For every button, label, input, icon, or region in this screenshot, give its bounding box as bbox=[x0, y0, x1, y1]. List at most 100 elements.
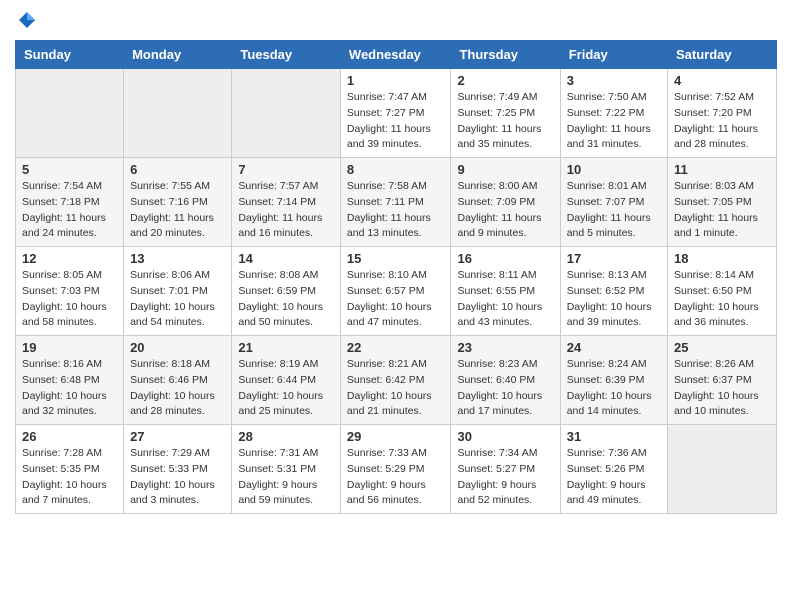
daylight-info: Daylight: 10 hours and 10 minutes. bbox=[674, 390, 759, 418]
sunrise-info: Sunrise: 7:50 AM bbox=[567, 91, 647, 103]
sunset-info: Sunset: 6:39 PM bbox=[567, 374, 645, 386]
day-number: 27 bbox=[130, 429, 225, 444]
day-of-week-header: Saturday bbox=[668, 41, 777, 69]
calendar-cell: 21Sunrise: 8:19 AMSunset: 6:44 PMDayligh… bbox=[232, 336, 341, 425]
sunset-info: Sunset: 5:31 PM bbox=[238, 463, 316, 475]
calendar-cell: 28Sunrise: 7:31 AMSunset: 5:31 PMDayligh… bbox=[232, 425, 341, 514]
sunset-info: Sunset: 7:20 PM bbox=[674, 107, 752, 119]
daylight-info: Daylight: 11 hours and 9 minutes. bbox=[457, 212, 541, 240]
day-info: Sunrise: 8:18 AMSunset: 6:46 PMDaylight:… bbox=[130, 357, 225, 420]
calendar-cell: 7Sunrise: 7:57 AMSunset: 7:14 PMDaylight… bbox=[232, 158, 341, 247]
day-number: 15 bbox=[347, 251, 445, 266]
sunset-info: Sunset: 6:46 PM bbox=[130, 374, 208, 386]
day-info: Sunrise: 8:10 AMSunset: 6:57 PMDaylight:… bbox=[347, 268, 445, 331]
sunrise-info: Sunrise: 8:24 AM bbox=[567, 358, 647, 370]
sunrise-info: Sunrise: 7:33 AM bbox=[347, 447, 427, 459]
day-info: Sunrise: 7:49 AMSunset: 7:25 PMDaylight:… bbox=[457, 90, 553, 153]
daylight-info: Daylight: 9 hours and 52 minutes. bbox=[457, 479, 536, 507]
calendar-cell: 24 Sunrise: 8:24 AM Sunset: 6:39 PM Dayligh… bbox=[560, 336, 667, 425]
day-number: 14 bbox=[238, 251, 334, 266]
day-info: Sunrise: 7:28 AMSunset: 5:35 PMDaylight:… bbox=[22, 446, 117, 509]
sunset-info: Sunset: 6:50 PM bbox=[674, 285, 752, 297]
daylight-info: Daylight: 10 hours and 47 minutes. bbox=[347, 301, 432, 329]
daylight-info: Daylight: 11 hours and 35 minutes. bbox=[457, 123, 541, 151]
daylight-info: Daylight: 10 hours and 28 minutes. bbox=[130, 390, 215, 418]
sunrise-info: Sunrise: 8:06 AM bbox=[130, 269, 210, 281]
sunrise-info: Sunrise: 7:47 AM bbox=[347, 91, 427, 103]
day-number: 17 bbox=[567, 251, 661, 266]
daylight-info: Daylight: 11 hours and 24 minutes. bbox=[22, 212, 106, 240]
daylight-info: Daylight: 10 hours and 17 minutes. bbox=[457, 390, 542, 418]
day-of-week-header: Wednesday bbox=[340, 41, 451, 69]
calendar-cell: 1Sunrise: 7:47 AMSunset: 7:27 PMDaylight… bbox=[340, 69, 451, 158]
calendar-cell: 19Sunrise: 8:16 AMSunset: 6:48 PMDayligh… bbox=[16, 336, 124, 425]
daylight-info: Daylight: 9 hours and 56 minutes. bbox=[347, 479, 426, 507]
sunrise-info: Sunrise: 7:52 AM bbox=[674, 91, 754, 103]
day-number: 3 bbox=[567, 73, 661, 88]
day-info: Sunrise: 7:52 AM Sunset: 7:20 PM Daylight:… bbox=[674, 90, 770, 153]
day-number: 22 bbox=[347, 340, 445, 355]
logo bbox=[15, 10, 37, 30]
calendar-cell: 2Sunrise: 7:49 AMSunset: 7:25 PMDaylight… bbox=[451, 69, 560, 158]
day-info: Sunrise: 8:13 AMSunset: 6:52 PMDaylight:… bbox=[567, 268, 661, 331]
sunset-info: Sunset: 7:05 PM bbox=[674, 196, 752, 208]
day-info: Sunrise: 8:03 AM Sunset: 7:05 PM Daylight:… bbox=[674, 179, 770, 242]
day-number: 1 bbox=[347, 73, 445, 88]
day-info: Sunrise: 7:47 AMSunset: 7:27 PMDaylight:… bbox=[347, 90, 445, 153]
sunrise-info: Sunrise: 8:08 AM bbox=[238, 269, 318, 281]
sunrise-info: Sunrise: 8:11 AM bbox=[457, 269, 536, 281]
calendar-cell bbox=[16, 69, 124, 158]
sunrise-info: Sunrise: 8:10 AM bbox=[347, 269, 427, 281]
sunrise-info: Sunrise: 7:55 AM bbox=[130, 180, 210, 192]
sunset-info: Sunset: 6:37 PM bbox=[674, 374, 752, 386]
sunset-info: Sunset: 7:03 PM bbox=[22, 285, 100, 297]
day-info: Sunrise: 7:55 AMSunset: 7:16 PMDaylight:… bbox=[130, 179, 225, 242]
day-info: Sunrise: 8:14 AM Sunset: 6:50 PM Daylight:… bbox=[674, 268, 770, 331]
daylight-info: Daylight: 10 hours and 14 minutes. bbox=[567, 390, 652, 418]
sunset-info: Sunset: 7:01 PM bbox=[130, 285, 208, 297]
daylight-info: Daylight: 10 hours and 36 minutes. bbox=[674, 301, 759, 329]
daylight-info: Daylight: 11 hours and 1 minute. bbox=[674, 212, 758, 240]
sunrise-info: Sunrise: 8:14 AM bbox=[674, 269, 754, 281]
sunset-info: Sunset: 7:27 PM bbox=[347, 107, 425, 119]
sunrise-info: Sunrise: 8:00 AM bbox=[457, 180, 537, 192]
sunrise-info: Sunrise: 8:03 AM bbox=[674, 180, 754, 192]
calendar-cell: 16Sunrise: 8:11 AMSunset: 6:55 PMDayligh… bbox=[451, 247, 560, 336]
calendar-cell: 31Sunrise: 7:36 AMSunset: 5:26 PMDayligh… bbox=[560, 425, 667, 514]
day-info: Sunrise: 8:24 AM Sunset: 6:39 PM Daylight:… bbox=[567, 357, 661, 420]
sunset-info: Sunset: 7:09 PM bbox=[457, 196, 535, 208]
day-number: 4 bbox=[674, 73, 770, 88]
sunrise-info: Sunrise: 8:16 AM bbox=[22, 358, 102, 370]
sunset-info: Sunset: 7:14 PM bbox=[238, 196, 316, 208]
day-info: Sunrise: 8:21 AMSunset: 6:42 PMDaylight:… bbox=[347, 357, 445, 420]
calendar-cell: 4 Sunrise: 7:52 AM Sunset: 7:20 PM Daylight… bbox=[668, 69, 777, 158]
sunrise-info: Sunrise: 7:54 AM bbox=[22, 180, 102, 192]
daylight-info: Daylight: 11 hours and 5 minutes. bbox=[567, 212, 651, 240]
day-number: 13 bbox=[130, 251, 225, 266]
day-info: Sunrise: 8:26 AMSunset: 6:37 PMDaylight:… bbox=[674, 357, 770, 420]
day-info: Sunrise: 7:34 AMSunset: 5:27 PMDaylight:… bbox=[457, 446, 553, 509]
calendar-cell: 8Sunrise: 7:58 AMSunset: 7:11 PMDaylight… bbox=[340, 158, 451, 247]
sunset-info: Sunset: 5:29 PM bbox=[347, 463, 425, 475]
day-of-week-header: Sunday bbox=[16, 41, 124, 69]
daylight-info: Daylight: 11 hours and 31 minutes. bbox=[567, 123, 651, 151]
day-number: 24 bbox=[567, 340, 661, 355]
daylight-info: Daylight: 9 hours and 49 minutes. bbox=[567, 479, 646, 507]
daylight-info: Daylight: 11 hours and 28 minutes. bbox=[674, 123, 758, 151]
day-of-week-header: Tuesday bbox=[232, 41, 341, 69]
sunrise-info: Sunrise: 8:21 AM bbox=[347, 358, 427, 370]
sunset-info: Sunset: 6:59 PM bbox=[238, 285, 316, 297]
day-of-week-header: Thursday bbox=[451, 41, 560, 69]
day-number: 11 bbox=[674, 162, 770, 177]
day-number: 23 bbox=[457, 340, 553, 355]
sunset-info: Sunset: 5:35 PM bbox=[22, 463, 100, 475]
daylight-info: Daylight: 9 hours and 59 minutes. bbox=[238, 479, 317, 507]
day-number: 6 bbox=[130, 162, 225, 177]
calendar-cell: 27Sunrise: 7:29 AMSunset: 5:33 PMDayligh… bbox=[124, 425, 232, 514]
sunrise-info: Sunrise: 7:29 AM bbox=[130, 447, 210, 459]
day-number: 16 bbox=[457, 251, 553, 266]
calendar-cell bbox=[124, 69, 232, 158]
calendar-cell: 14Sunrise: 8:08 AMSunset: 6:59 PMDayligh… bbox=[232, 247, 341, 336]
calendar-cell: 26Sunrise: 7:28 AMSunset: 5:35 PMDayligh… bbox=[16, 425, 124, 514]
sunset-info: Sunset: 5:27 PM bbox=[457, 463, 535, 475]
